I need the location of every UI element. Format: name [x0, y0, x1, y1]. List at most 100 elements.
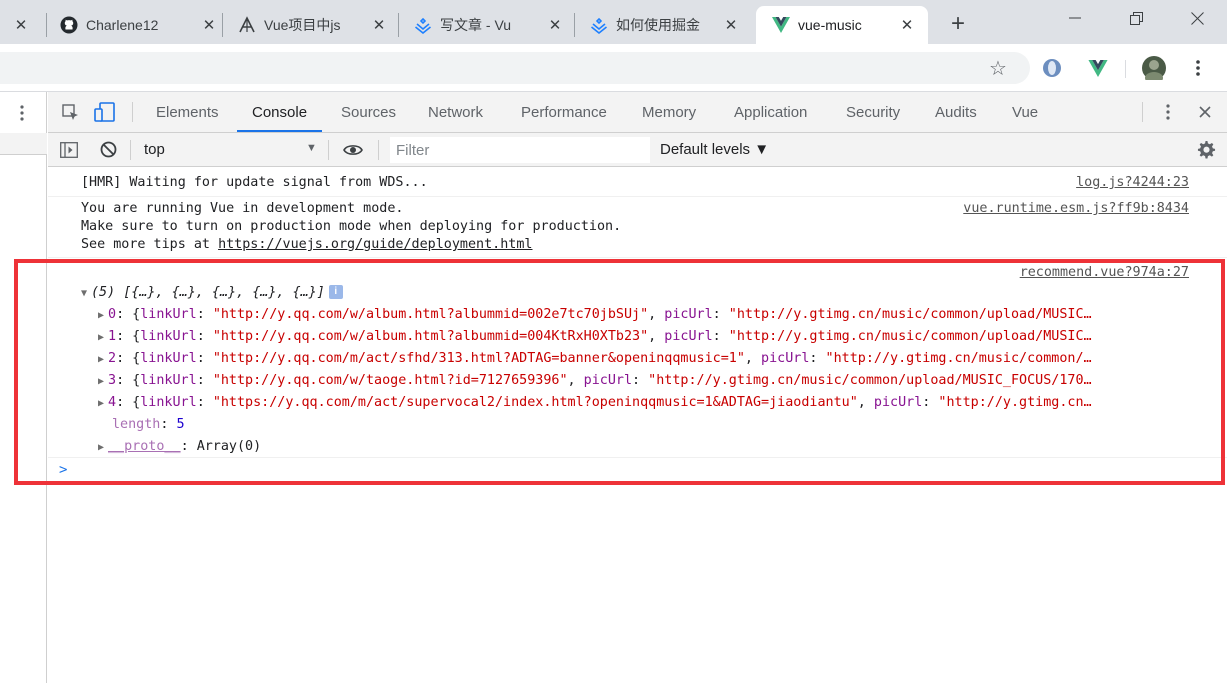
context-selector[interactable]: top — [144, 141, 165, 158]
array-item[interactable]: ▶ 0: {linkUrl: "http://y.qq.com/w/album.h… — [98, 306, 1092, 324]
source-link[interactable]: vue.runtime.esm.js?ff9b:8434 — [963, 200, 1189, 218]
length-value: 5 — [176, 417, 185, 432]
tab-vue[interactable]: Vue — [1012, 92, 1038, 132]
toolbar-separator — [130, 140, 131, 160]
collapse-triangle-icon[interactable]: ▶ — [98, 329, 108, 347]
juejin-icon — [414, 16, 432, 34]
left-panel-strip — [0, 133, 47, 155]
avatar[interactable] — [1142, 56, 1166, 80]
close-icon[interactable]: ✕ — [720, 14, 742, 36]
tab-console[interactable]: Console — [237, 92, 323, 132]
array-item[interactable]: ▶ 4: {linkUrl: "https://y.qq.com/m/act/su… — [98, 394, 1092, 412]
vue-devtools-icon[interactable] — [1086, 56, 1110, 80]
item-index: 2 — [108, 351, 117, 366]
tab-memory[interactable]: Memory — [642, 92, 696, 132]
close-devtools-icon[interactable] — [1199, 106, 1211, 121]
minimize-icon — [1069, 17, 1081, 19]
tab-fade — [180, 6, 198, 44]
tab-title: 如何使用掘金 — [616, 17, 700, 33]
browser-tab-write-article[interactable]: 写文章 - Vu ✕ — [414, 6, 566, 44]
expand-triangle-icon[interactable]: ▼ — [81, 285, 91, 303]
tab-fade — [526, 6, 544, 44]
info-icon[interactable]: i — [328, 285, 343, 299]
console-toolbar: top ▼ Default levels ▼ — [48, 133, 1227, 167]
close-icon[interactable]: ✕ — [198, 14, 220, 36]
tab-title: Charlene12 — [86, 17, 159, 33]
pic-url-value: "http://y.gtimg.cn/music/common/upload/M… — [728, 329, 1092, 344]
toolbar-separator — [378, 140, 379, 160]
bookmark-star-icon[interactable]: ☆ — [986, 56, 1010, 80]
pic-url-value: "http://y.gtimg.cn… — [938, 395, 1092, 410]
collapse-triangle-icon[interactable]: ▶ — [98, 395, 108, 413]
array-item[interactable]: ▶ 1: {linkUrl: "http://y.qq.com/w/album.h… — [98, 328, 1092, 346]
tab-sources[interactable]: Sources — [341, 92, 396, 132]
tab-security[interactable]: Security — [846, 92, 900, 132]
plus-icon: + — [950, 10, 965, 37]
inspect-element-icon[interactable] — [62, 104, 80, 125]
menu-dots-icon[interactable] — [1186, 56, 1210, 80]
restore-icon — [1129, 11, 1143, 25]
collapse-triangle-icon[interactable]: ▶ — [98, 307, 108, 325]
source-link[interactable]: log.js?4244:23 — [1076, 174, 1189, 192]
close-icon[interactable]: ✕ — [544, 14, 566, 36]
clear-console-icon[interactable] — [100, 141, 117, 161]
tab-title: Vue项目中js — [264, 17, 341, 33]
close-icon[interactable]: ✕ — [896, 14, 918, 36]
tab-network[interactable]: Network — [428, 92, 483, 132]
tab-title: vue-music — [798, 17, 862, 33]
item-index: 1 — [108, 329, 117, 344]
show-sidebar-icon[interactable] — [60, 142, 78, 161]
array-item[interactable]: ▶ 3: {linkUrl: "http://y.qq.com/w/taoge.h… — [98, 372, 1092, 390]
vue-logo-icon — [772, 16, 790, 34]
toolbar-separator — [328, 140, 329, 160]
log-levels-dropdown[interactable]: Default levels ▼ — [660, 141, 769, 158]
restore-button[interactable] — [1113, 0, 1159, 36]
proto-value: Array(0) — [196, 439, 262, 454]
tab-elements[interactable]: Elements — [156, 92, 219, 132]
pic-url-value: "http://y.gtimg.cn/music/common/upload/M… — [728, 307, 1092, 322]
live-expression-icon[interactable] — [343, 143, 363, 160]
tab-fade — [350, 6, 368, 44]
browser-tab-vue-article[interactable]: Vue项目中js ✕ — [238, 6, 390, 44]
collapse-triangle-icon[interactable]: ▶ — [98, 439, 108, 457]
extension-icon[interactable] — [1040, 56, 1064, 80]
editor-logo-icon — [238, 16, 256, 34]
browser-tab-vue-music[interactable]: vue-music ✕ — [756, 6, 928, 44]
drawer-menu-icon[interactable] — [20, 105, 24, 124]
new-tab-button[interactable]: + — [944, 10, 972, 38]
devtools-menu-icon[interactable] — [1166, 104, 1170, 123]
console-prompt[interactable]: > — [59, 461, 67, 479]
array-log-message: recommend.vue?974a:27 ▼ (5) [{…}, {…}, {…… — [48, 258, 1227, 458]
close-window-button[interactable] — [1174, 0, 1220, 36]
console-output: [HMR] Waiting for update signal from WDS… — [48, 168, 1227, 683]
device-toolbar-icon[interactable] — [94, 102, 116, 125]
filter-input[interactable] — [390, 137, 650, 163]
chevron-down-icon[interactable]: ▼ — [306, 142, 317, 154]
array-summary-text: (5) [{…}, {…}, {…}, {…}, {…}] — [91, 285, 325, 300]
tab-title: 写文章 - Vu — [440, 17, 512, 33]
link-url-value: "http://y.qq.com/w/taoge.html?id=7127659… — [212, 373, 568, 388]
juejin-icon — [590, 16, 608, 34]
collapse-triangle-icon[interactable]: ▶ — [98, 373, 108, 391]
tab-separator — [398, 13, 399, 37]
browser-tab-github[interactable]: Charlene12 ✕ — [60, 6, 220, 44]
pic-url-value: "http://y.gtimg.cn/music/common/… — [825, 351, 1092, 366]
close-icon[interactable]: ✕ — [368, 14, 390, 36]
source-link[interactable]: recommend.vue?974a:27 — [1020, 264, 1189, 282]
array-item[interactable]: ▶ 2: {linkUrl: "http://y.qq.com/m/act/sfh… — [98, 350, 1092, 368]
tab-application[interactable]: Application — [734, 92, 807, 132]
tab-performance[interactable]: Performance — [521, 92, 607, 132]
docs-link[interactable]: https://vuejs.org/guide/deployment.html — [218, 237, 532, 252]
address-bar[interactable] — [0, 52, 1030, 84]
pic-url-value: "http://y.gtimg.cn/music/common/upload/M… — [648, 373, 1092, 388]
array-summary[interactable]: ▼ (5) [{…}, {…}, {…}, {…}, {…}] i — [81, 284, 343, 302]
collapse-triangle-icon[interactable]: ▶ — [98, 351, 108, 369]
tab-audits[interactable]: Audits — [935, 92, 977, 132]
browser-tab-juejin[interactable]: 如何使用掘金 ✕ — [590, 6, 742, 44]
close-icon[interactable]: ✕ — [10, 14, 32, 36]
settings-gear-icon[interactable] — [1197, 140, 1216, 162]
console-message: You are running Vue in development mode.… — [48, 197, 1227, 258]
browser-tab[interactable]: ✕ — [10, 6, 36, 44]
array-proto[interactable]: ▶ __proto__: Array(0) — [98, 438, 261, 456]
minimize-button[interactable] — [1052, 0, 1098, 36]
